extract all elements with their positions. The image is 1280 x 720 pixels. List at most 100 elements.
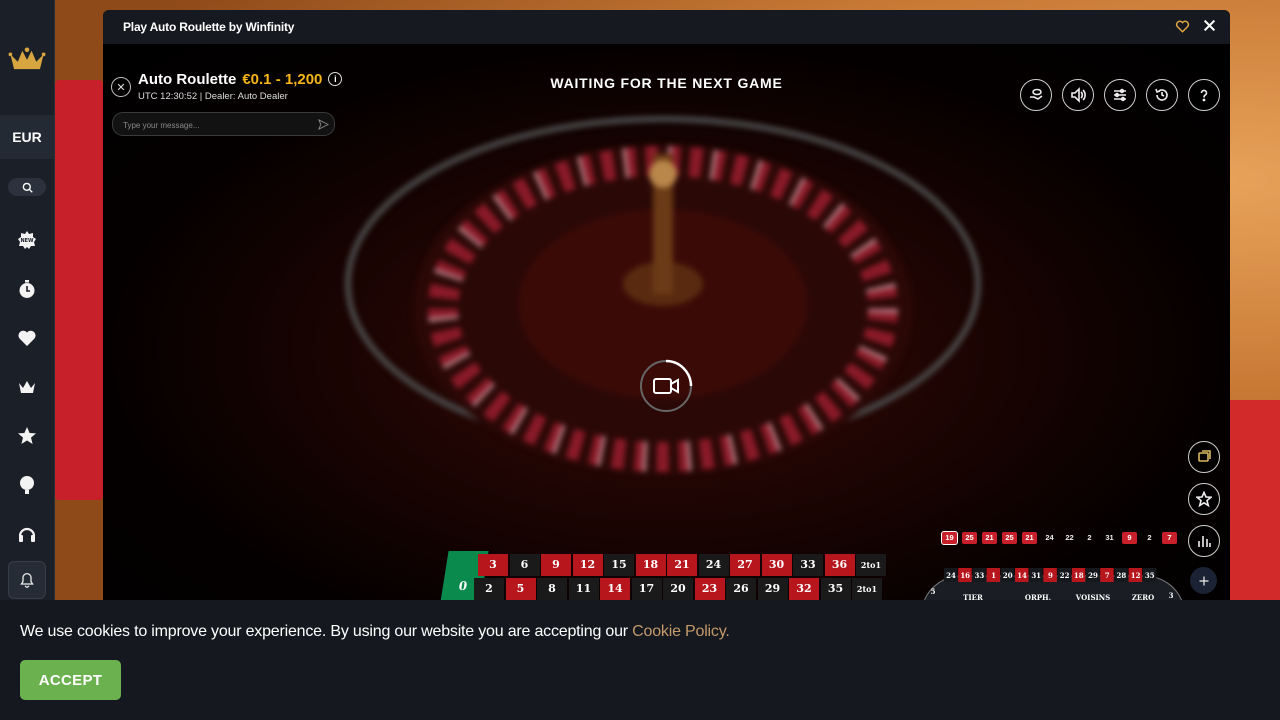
search-button[interactable] xyxy=(0,178,54,196)
bet-column[interactable]: 2to1 xyxy=(852,578,882,600)
statistics-button[interactable] xyxy=(1188,525,1220,557)
bet-number[interactable]: 5 xyxy=(505,578,536,600)
racetrack-number-label: 9 xyxy=(1048,571,1053,580)
new-badge-icon[interactable]: NEW xyxy=(0,229,54,251)
racetrack-number-label: 22 xyxy=(1060,571,1070,580)
game-status: WAITING FOR THE NEXT GAME xyxy=(550,75,783,91)
modal-title: Play Auto Roulette by Winfinity xyxy=(123,20,295,34)
racetrack-number-label: 7 xyxy=(1105,571,1110,580)
chat-input[interactable] xyxy=(121,116,315,134)
racetrack-number-label: 12 xyxy=(1131,571,1141,580)
racetrack-number-label: 1 xyxy=(991,571,996,580)
racetrack-number-label: 31 xyxy=(1031,571,1041,580)
history-result: 21 xyxy=(1022,532,1037,544)
bet-number[interactable]: 35 xyxy=(820,578,851,600)
cookie-policy-link[interactable]: Cookie Policy. xyxy=(632,623,730,640)
star-outline-icon xyxy=(1196,491,1212,507)
game-meta: UTC 12:30:52 | Dealer: Auto Dealer xyxy=(138,91,288,102)
racetrack-section-voisins[interactable]: VOISINS xyxy=(1075,593,1110,600)
bet-number[interactable]: 21 xyxy=(667,554,697,576)
favorite-bets-button[interactable] xyxy=(1188,483,1220,515)
bet-number[interactable]: 30 xyxy=(761,554,792,576)
chat-box xyxy=(112,112,335,136)
racetrack-section-tier[interactable]: TIER xyxy=(963,593,983,600)
crown-icon[interactable] xyxy=(0,376,54,398)
history-result: 9 xyxy=(1122,532,1137,544)
bet-number[interactable]: 15 xyxy=(604,554,634,576)
racetrack-section-orph[interactable]: ORPH. xyxy=(1025,593,1051,600)
racetrack-number-label[interactable]: 3 xyxy=(1169,591,1174,600)
racetrack-number-label: 33 xyxy=(975,571,985,580)
history-button[interactable] xyxy=(1146,79,1178,111)
bell-icon xyxy=(20,572,34,588)
chips-icon xyxy=(1198,450,1211,462)
svg-text:NEW: NEW xyxy=(20,238,34,244)
hand-chip-icon xyxy=(1030,88,1043,100)
video-camera-icon xyxy=(653,378,679,394)
close-icon xyxy=(1203,19,1216,32)
roulette-wheel-video xyxy=(345,116,981,474)
bet-column[interactable]: 2to1 xyxy=(856,554,886,576)
racetrack-number-label: 29 xyxy=(1088,571,1098,580)
bet-number[interactable]: 20 xyxy=(663,578,693,600)
bet-number[interactable]: 2 xyxy=(474,578,504,600)
bet-number[interactable]: 29 xyxy=(757,578,788,600)
bet-number[interactable]: 12 xyxy=(572,554,603,576)
history-result: 7 xyxy=(1162,532,1177,544)
betting-table: 0 3 6 9 12 15 18 21 24 27 30 33 36 2to1 2 5 8 11 14 17 20 23 2… xyxy=(433,551,903,600)
history-result: 21 xyxy=(982,532,997,544)
crown-logo-icon[interactable] xyxy=(0,42,54,76)
history-result: 22 xyxy=(1065,533,1074,542)
modal-title-bar: Play Auto Roulette by Winfinity xyxy=(103,10,1230,44)
balloon-icon[interactable] xyxy=(0,474,54,496)
results-history: 19 25 21 25 21 24 22 2 31 9 2 7 xyxy=(941,531,1177,545)
bet-number[interactable]: 23 xyxy=(694,578,725,600)
heart-icon[interactable] xyxy=(0,327,54,349)
stopwatch-icon[interactable] xyxy=(0,278,54,300)
left-sidebar: EUR NEW xyxy=(0,0,55,600)
bet-number[interactable]: 36 xyxy=(824,554,855,576)
bet-number[interactable]: 24 xyxy=(698,554,729,576)
game-modal: Play Auto Roulette by Winfinity ✕ Auto R… xyxy=(103,10,1230,600)
close-modal-button[interactable] xyxy=(1203,19,1216,37)
bet-number[interactable]: 3 xyxy=(478,554,508,576)
chip-stack-button[interactable] xyxy=(1188,441,1220,473)
speaker-icon xyxy=(1071,87,1086,103)
bet-number[interactable]: 33 xyxy=(793,554,823,576)
search-icon xyxy=(22,182,33,193)
expand-racetrack-button[interactable] xyxy=(1190,567,1217,594)
racetrack-number-label[interactable]: 5 xyxy=(931,587,936,596)
bet-number[interactable]: 8 xyxy=(537,578,567,600)
sound-button[interactable] xyxy=(1062,79,1094,111)
bar-chart-icon xyxy=(1198,536,1211,547)
currency-selector[interactable]: EUR xyxy=(0,115,54,159)
favorite-button[interactable] xyxy=(1175,19,1190,39)
history-result: 2 xyxy=(1087,533,1092,542)
headset-icon[interactable] xyxy=(0,523,54,545)
bet-number[interactable]: 27 xyxy=(730,554,760,576)
racetrack-number-label: 16 xyxy=(960,571,970,580)
help-button[interactable] xyxy=(1188,79,1220,111)
bet-number[interactable]: 17 xyxy=(631,578,662,600)
bet-number[interactable]: 26 xyxy=(726,578,756,600)
accept-cookies-button[interactable]: ACCEPT xyxy=(20,660,121,700)
bet-number[interactable]: 18 xyxy=(635,554,666,576)
racetrack-section-zero[interactable]: ZERO xyxy=(1132,593,1154,600)
bet-number[interactable]: 32 xyxy=(789,578,819,600)
history-result: 24 xyxy=(1045,533,1054,542)
bet-number[interactable]: 14 xyxy=(600,578,630,600)
history-icon xyxy=(1155,88,1168,101)
background-red-panel xyxy=(55,80,103,500)
bet-number[interactable]: 11 xyxy=(568,578,599,600)
cookie-message: We use cookies to improve your experienc… xyxy=(20,623,730,641)
heart-outline-icon xyxy=(1175,20,1190,33)
racetrack-number-label: 20 xyxy=(1003,571,1013,580)
settings-button[interactable] xyxy=(1104,79,1136,111)
dealer-tip-button[interactable] xyxy=(1020,79,1052,111)
bet-number[interactable]: 9 xyxy=(541,554,571,576)
send-icon[interactable] xyxy=(318,117,330,135)
racetrack-number-label: 24 xyxy=(946,571,956,580)
bet-number[interactable]: 6 xyxy=(509,554,540,576)
star-icon[interactable] xyxy=(0,425,54,447)
notifications-button[interactable] xyxy=(0,561,54,599)
